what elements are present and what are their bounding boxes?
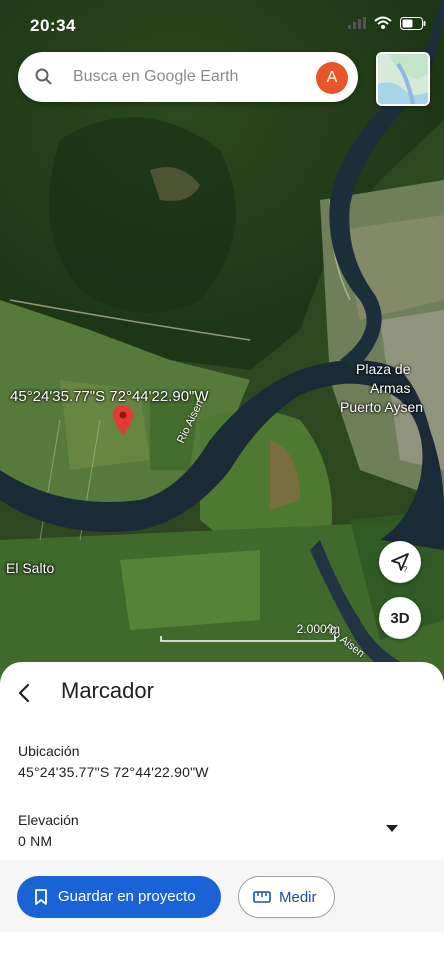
map-pin-icon[interactable] (113, 405, 133, 435)
signal-icon (348, 17, 366, 29)
chevron-down-icon[interactable] (386, 825, 398, 833)
measure-button-label: Medir (279, 889, 317, 906)
sheet-title: Marcador (61, 678, 154, 703)
3d-toggle-button[interactable]: 3D (379, 597, 421, 639)
search-icon (35, 68, 52, 85)
status-bar: 20:34 (0, 0, 444, 50)
location-label: Ubicación (18, 743, 80, 759)
map-style-button[interactable] (376, 52, 430, 106)
place-label-armas: Armas (370, 380, 411, 396)
save-button-label: Guardar en proyecto (58, 888, 196, 905)
bookmark-icon (35, 889, 47, 905)
place-label-el-salto: El Salto (6, 560, 55, 576)
status-time: 20:34 (30, 16, 76, 35)
measure-button[interactable]: Medir (238, 876, 335, 918)
elevation-label: Elevación (18, 812, 79, 828)
battery-icon (400, 16, 426, 30)
coordinates-label: 45°24'35.77"S 72°44'22.90"W (10, 388, 209, 405)
elevation-value: 0 NM (18, 833, 53, 849)
layers-icon (378, 54, 428, 104)
place-label-puerto-aysen: Puerto Aysen (340, 399, 424, 415)
ruler-icon (253, 891, 271, 903)
search-bar[interactable]: Busca en Google Earth A (18, 52, 358, 102)
save-to-project-button[interactable]: Guardar en proyecto (17, 876, 221, 918)
action-bar: Guardar en proyecto Medir (0, 860, 444, 932)
my-location-button[interactable]: ? (379, 541, 421, 583)
scale-line (160, 636, 336, 642)
svg-text:?: ? (403, 565, 408, 573)
location-arrow-icon: ? (391, 553, 409, 573)
place-label-plaza: Plaza de (356, 361, 411, 377)
wifi-icon (374, 16, 392, 29)
satellite-map[interactable]: 20:34 Busca en Google Earth A 45°24'35.7… (0, 0, 444, 690)
status-icons (348, 16, 426, 30)
scale-bar: 2.000 m (160, 622, 360, 644)
search-placeholder[interactable]: Busca en Google Earth (73, 68, 238, 86)
placemark-sheet: Marcador Ubicación 45°24'35.77"S 72°44'2… (0, 662, 444, 960)
avatar[interactable]: A (316, 62, 348, 94)
location-value: 45°24'35.77"S 72°44'22.90"W (18, 764, 209, 780)
3d-label: 3D (390, 609, 410, 627)
google-earth-screen: 20:34 Busca en Google Earth A 45°24'35.7… (0, 0, 444, 960)
back-arrow-icon[interactable] (12, 680, 38, 706)
